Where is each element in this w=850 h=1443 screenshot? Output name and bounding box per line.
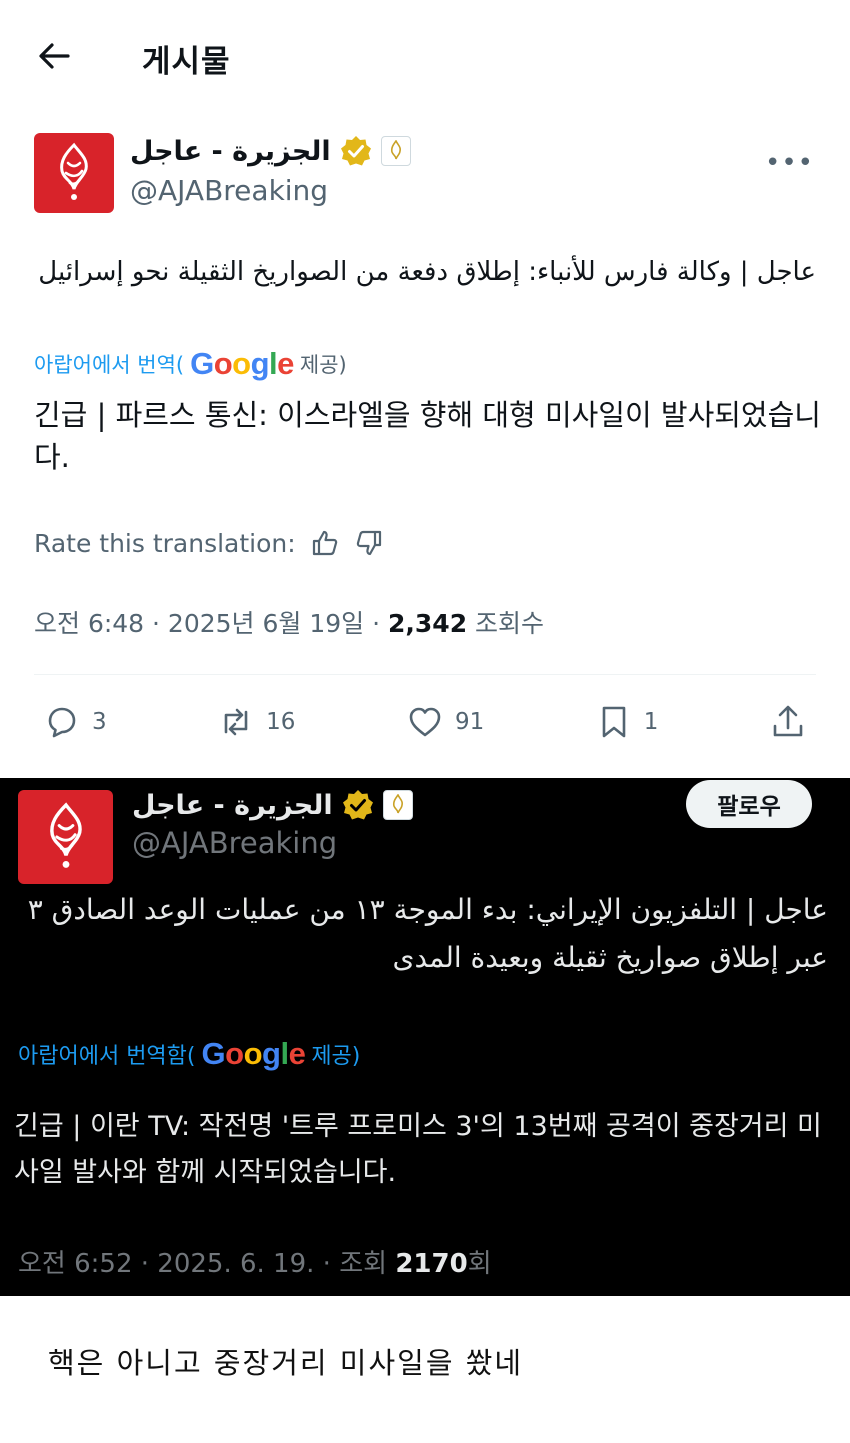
timestamp[interactable]: 오전 6:48 · 2025년 6월 19일 · <box>34 609 388 638</box>
share-icon <box>773 705 803 737</box>
display-name[interactable]: الجزيرة - عاجل <box>130 136 331 167</box>
translation-source[interactable]: 아랍어에서 번역( Google 제공) <box>34 346 347 382</box>
timestamp[interactable]: 오전 6:52 · 2025. 6. 19. · 조회 <box>18 1249 395 1279</box>
thumbs-up-icon[interactable] <box>310 528 340 558</box>
repost-icon <box>224 708 248 736</box>
author-name-row: الجزيرة - عاجل <box>132 788 413 822</box>
view-count: 2170 <box>395 1249 468 1279</box>
author-handle[interactable]: @AJABreaking <box>130 174 328 207</box>
top-bar: 게시물 <box>0 0 850 110</box>
translation-prefix: 아랍어에서 번역( <box>34 353 185 377</box>
rate-translation: Rate this translation: <box>34 528 384 558</box>
gold-verified-badge-icon[interactable] <box>341 788 375 822</box>
aljazeera-mini-logo-icon <box>392 794 403 814</box>
action-bar: 3 16 91 1 <box>44 702 806 742</box>
gold-verified-badge-icon[interactable] <box>339 134 373 168</box>
post-text-arabic: عاجل | وكالة فارس للأنباء: إطلاق دفعة من… <box>38 257 816 287</box>
heart-icon <box>409 707 441 737</box>
affiliate-badge[interactable] <box>382 790 413 820</box>
bookmark-button[interactable]: 1 <box>596 704 659 740</box>
reply-icon <box>48 707 76 738</box>
author-handle[interactable]: @AJABreaking <box>132 826 337 860</box>
repost-button[interactable]: 16 <box>218 704 295 740</box>
user-comment: 핵은 아니고 중장거리 미사일을 쐈네 <box>48 1346 524 1380</box>
repost-count: 16 <box>266 709 296 735</box>
aljazeera-logo-icon <box>60 142 88 200</box>
views-label: 회 <box>467 1249 492 1279</box>
translation-suffix: 제공) <box>299 353 347 377</box>
translation-source[interactable]: 아랍어에서 번역함( Google 제공) <box>18 1036 360 1072</box>
follow-button[interactable]: 팔로우 <box>686 780 812 828</box>
reply-count: 3 <box>92 709 107 735</box>
back-button[interactable] <box>34 38 74 74</box>
more-options-button[interactable]: ••• <box>765 148 814 178</box>
avatar[interactable] <box>34 133 114 213</box>
post-text-translated: 긴급 | 파르스 통신: 이스라엘을 향해 대형 미사일이 발사되었습니다. <box>34 398 821 474</box>
author-name-row: الجزيرة - عاجل <box>130 134 411 168</box>
like-count: 91 <box>454 709 485 735</box>
like-button[interactable]: 91 <box>407 704 484 740</box>
post-meta: 오전 6:52 · 2025. 6. 19. · 조회 2170회 <box>18 1243 492 1280</box>
arrow-left-icon <box>39 43 70 69</box>
translation-suffix: 제공) <box>311 1044 361 1069</box>
post-dark: الجزيرة - عاجل @AJABreaking 팔로우 عاجل | ا… <box>0 778 850 1296</box>
thumbs-down-icon[interactable] <box>354 528 384 558</box>
google-logo: Google <box>190 346 294 381</box>
display-name[interactable]: الجزيرة - عاجل <box>132 790 333 821</box>
post-text-translated: 긴급 | 이란 TV: 작전명 '트루 프로미스 3'의 13번째 공격이 중장… <box>14 1111 822 1188</box>
avatar[interactable] <box>18 790 113 884</box>
aljazeera-logo-icon <box>49 802 82 868</box>
page-title: 게시물 <box>142 44 231 80</box>
view-count: 2,342 <box>388 609 468 638</box>
aljazeera-mini-logo-icon <box>390 140 401 160</box>
post-light: الجزيرة - عاجل @AJABreaking ••• عاجل | و… <box>0 110 850 770</box>
translation-prefix: 아랍어에서 번역함( <box>18 1044 196 1069</box>
rate-label: Rate this translation: <box>34 528 296 558</box>
reply-button[interactable]: 3 <box>44 704 107 740</box>
post-text-arabic: عاجل | التلفزيون الإيراني: بدء الموجة ١٣… <box>27 893 828 974</box>
bookmark-icon <box>602 706 626 738</box>
views-label: 조회수 <box>467 609 545 638</box>
bookmark-count: 1 <box>643 709 659 735</box>
divider <box>34 674 816 675</box>
share-button[interactable] <box>770 704 806 740</box>
post-meta: 오전 6:48 · 2025년 6월 19일 · 2,342 조회수 <box>34 604 544 640</box>
google-logo: Google <box>201 1036 306 1071</box>
affiliate-badge[interactable] <box>380 136 411 166</box>
